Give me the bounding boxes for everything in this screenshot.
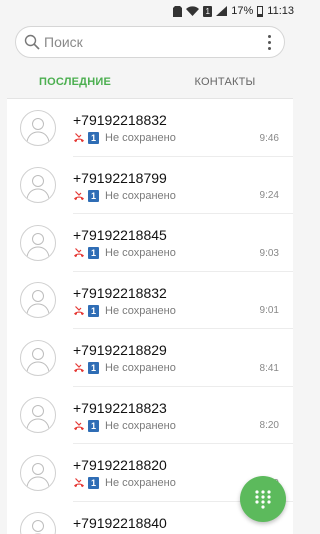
missed-call-icon [74,363,84,373]
missed-call-icon [74,248,84,258]
sim-slot-badge: 1 [88,189,99,202]
phone-number: +79192218832 [73,112,167,129]
tab-contacts[interactable]: КОНТАКТЫ [150,68,300,100]
battery-percent: 17% [231,5,254,17]
sim-slot-badge: 1 [88,362,99,375]
call-info: +79192218823 1 Не сохранено [73,399,260,432]
call-time: 8:41 [259,362,279,374]
call-time: 9:03 [259,247,279,259]
contact-status: Не сохранено [105,362,176,375]
call-details: 1 Не сохранено [73,477,260,490]
sim-slot-badge: 1 [88,419,99,432]
person-icon[interactable] [20,167,56,204]
missed-call-icon [74,420,84,430]
search-bar[interactable] [15,26,285,58]
search-input[interactable] [44,34,262,50]
person-icon[interactable] [20,454,56,491]
battery-icon [257,5,264,17]
missed-call-icon [74,133,84,143]
missed-call-icon [74,478,84,488]
contact-status: Не сохранено [105,189,176,202]
call-info: +79192218845 1 Не сохранено [73,226,260,260]
clock: 11:13 [267,5,294,17]
call-info: +79192218799 1 Не сохранено [73,169,260,202]
contact-status: Не сохранено [105,477,176,490]
phone-number: +79192218845 [73,227,167,244]
signal-icon [216,6,228,16]
call-time: 9:24 [259,190,279,201]
contact-status: Не сохранено [105,304,176,317]
wifi-icon [186,6,200,16]
tab-recent[interactable]: ПОСЛЕДНИЕ [0,68,150,100]
call-log-row[interactable]: +79192218799 1 Не сохранено 9:24 [7,157,293,215]
call-time: 9:01 [259,305,279,316]
search-area [0,22,300,58]
more-options-icon[interactable] [262,32,276,52]
contact-status: Не сохранено [105,247,176,260]
person-icon[interactable] [20,512,56,534]
call-details: 1 Не сохранено [73,247,260,260]
call-details: 1 Не сохранено [73,132,260,145]
call-details: 1 Не сохранено [73,189,260,202]
contact-status: Не сохранено [105,132,176,145]
call-log-row[interactable]: +79192218845 1 Не сохранено 9:03 [7,214,293,272]
person-icon[interactable] [20,339,56,376]
call-log-list[interactable]: +79192218832 1 Не сохранено 9:46 +7919221879… [7,98,293,534]
call-time: 9:46 [259,132,279,144]
dialpad-icon [255,490,271,509]
sim-slot-badge: 1 [203,5,213,17]
call-details: 1 Не сохранено [73,419,260,432]
call-log-row[interactable]: +79192218832 1 Не сохранено 9:01 [7,272,293,330]
call-details: 1 Не сохранено [73,304,260,317]
call-info: +79192218832 1 Не сохранено [73,284,260,317]
call-info: +79192218832 1 Не сохранено [73,111,260,145]
phone-number: +79192218829 [73,342,167,359]
person-icon[interactable] [20,109,56,146]
sim-slot-badge: 1 [88,132,99,145]
call-details: 1 Не сохранено [73,362,260,375]
person-icon[interactable] [20,397,56,434]
phone-number: +79192218820 [73,457,167,474]
dialpad-button[interactable] [240,476,286,522]
search-icon [24,34,40,50]
sim-slot-badge: 1 [88,247,99,260]
phone-number: +79192218823 [73,399,167,416]
sim-card-icon [173,5,183,17]
status-bar: 1 17% 11:13 [0,0,300,22]
sim-slot-badge: 1 [88,304,99,317]
call-log-row[interactable]: +79192218823 1 Не сохранено 8:20 [7,387,293,445]
call-info: +79192218829 1 Не сохранено [73,341,260,375]
missed-call-icon [74,190,84,200]
call-log-row[interactable]: +79192218829 1 Не сохранено 8:41 [7,329,293,387]
contact-status: Не сохранено [105,419,176,432]
missed-call-icon [74,305,84,315]
call-info: +79192218820 1 Не сохранено [73,456,260,490]
phone-number: +79192218799 [73,169,167,186]
phone-number: +79192218840 [73,514,167,531]
person-icon[interactable] [20,224,56,261]
call-info: +791922188401Не сохранено [73,514,260,534]
tab-bar: ПОСЛЕДНИЕ КОНТАКТЫ [0,68,300,100]
call-time: 8:20 [259,420,279,431]
person-icon[interactable] [20,282,56,319]
call-log-row[interactable]: +79192218832 1 Не сохранено 9:46 [7,99,293,157]
phone-number: +79192218832 [73,284,167,301]
sim-slot-badge: 1 [88,477,99,490]
